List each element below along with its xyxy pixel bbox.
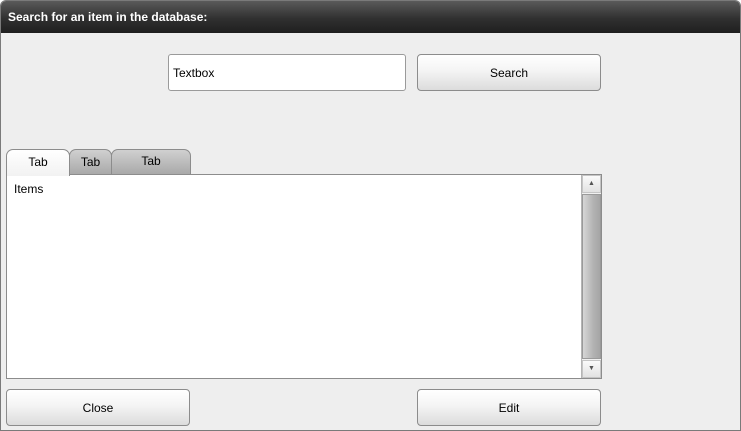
tab-3[interactable]: Tab (111, 149, 191, 174)
tab-1[interactable]: Tab (6, 149, 70, 176)
items-list[interactable]: Items ▲ ▼ (6, 174, 602, 379)
close-button[interactable]: Close (6, 389, 190, 426)
search-dialog: Search for an item in the database: Sear… (0, 0, 741, 431)
window-title: Search for an item in the database: (1, 1, 740, 33)
edit-button[interactable]: Edit (417, 389, 601, 426)
search-button[interactable]: Search (417, 54, 601, 91)
scroll-thumb[interactable] (582, 194, 601, 359)
scroll-down-icon[interactable]: ▼ (582, 360, 601, 378)
vertical-scrollbar[interactable]: ▲ ▼ (581, 175, 601, 378)
tab-2[interactable]: Tab (69, 149, 112, 174)
list-item[interactable]: Items (14, 182, 43, 196)
search-input[interactable] (168, 54, 406, 91)
scroll-up-icon[interactable]: ▲ (582, 175, 601, 193)
